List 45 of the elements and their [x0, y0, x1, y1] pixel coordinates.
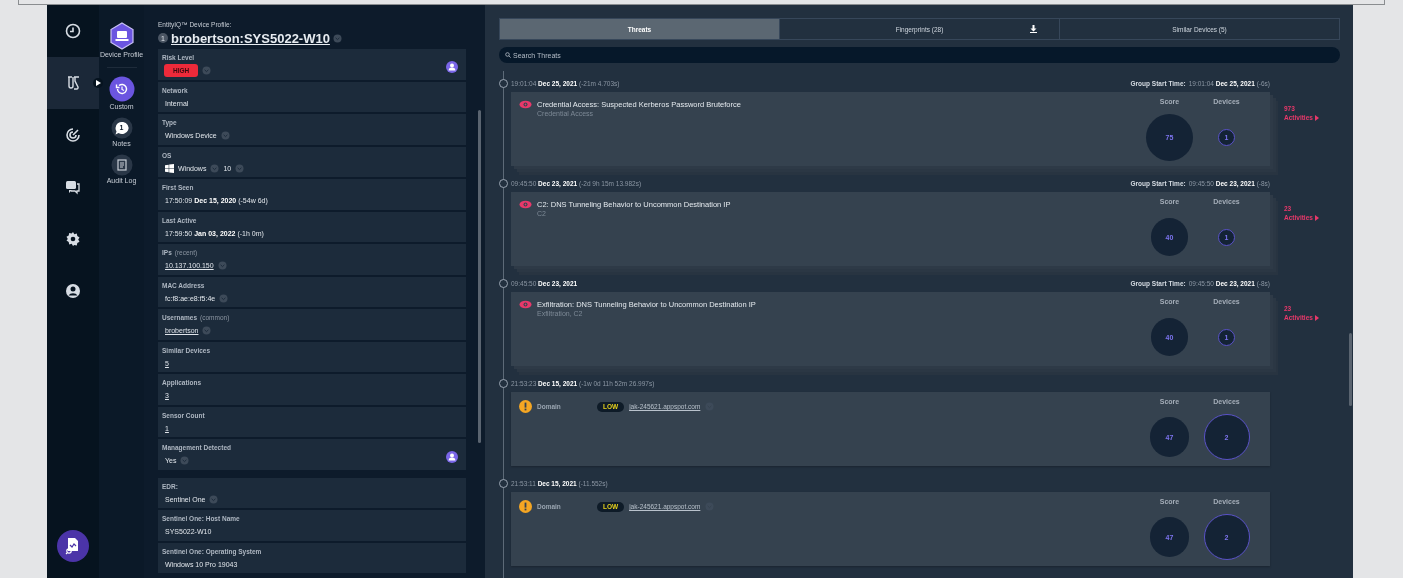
chevron-icon[interactable] — [220, 131, 230, 140]
eye-icon — [519, 200, 532, 209]
flask-icon — [65, 75, 81, 91]
windows-icon — [165, 163, 174, 173]
timeline-dot — [499, 79, 508, 88]
timeline-dot — [499, 279, 508, 288]
radar-icon — [65, 127, 81, 143]
chevron-icon[interactable] — [210, 163, 220, 173]
download-icon[interactable] — [1030, 25, 1037, 33]
chevron-icon[interactable] — [332, 33, 342, 43]
chevron-icon[interactable] — [202, 326, 212, 335]
chevron-icon[interactable] — [180, 456, 190, 465]
chevron-icon[interactable] — [217, 261, 227, 270]
device-title-link[interactable]: brobertson:SYS5022-W10 — [171, 30, 330, 46]
chat-icon — [65, 179, 81, 195]
caret-icon — [1314, 314, 1319, 321]
note-bubble-icon — [110, 117, 133, 139]
chevron-icon[interactable] — [202, 66, 212, 75]
search-icon — [505, 52, 511, 58]
user-icon — [65, 283, 81, 299]
warning-icon — [519, 400, 532, 413]
tool-item[interactable] — [108, 22, 135, 50]
history-icon — [108, 76, 135, 102]
eye-icon — [519, 300, 532, 309]
caret-icon — [1314, 114, 1319, 121]
timeline-dot — [499, 379, 508, 388]
warning-icon — [519, 500, 532, 513]
chevron-icon[interactable] — [209, 494, 219, 504]
tool-item[interactable] — [110, 154, 133, 176]
caret-icon — [95, 80, 101, 86]
scrollbar[interactable] — [478, 110, 481, 443]
timeline-dot — [499, 479, 508, 488]
eye-icon — [519, 100, 532, 109]
document-search-icon — [65, 537, 81, 555]
timeline-dot — [499, 179, 508, 188]
caret-icon — [1314, 214, 1319, 221]
history-icon — [65, 23, 81, 39]
scrollbar[interactable] — [1349, 333, 1352, 406]
tool-item[interactable] — [108, 76, 135, 102]
report-button[interactable] — [57, 530, 89, 562]
audit-log-icon — [110, 154, 133, 176]
hexagon-laptop-icon — [108, 22, 135, 50]
settings-icon — [65, 231, 81, 247]
chevron-icon[interactable] — [219, 293, 229, 303]
chevron-icon[interactable] — [235, 163, 245, 173]
